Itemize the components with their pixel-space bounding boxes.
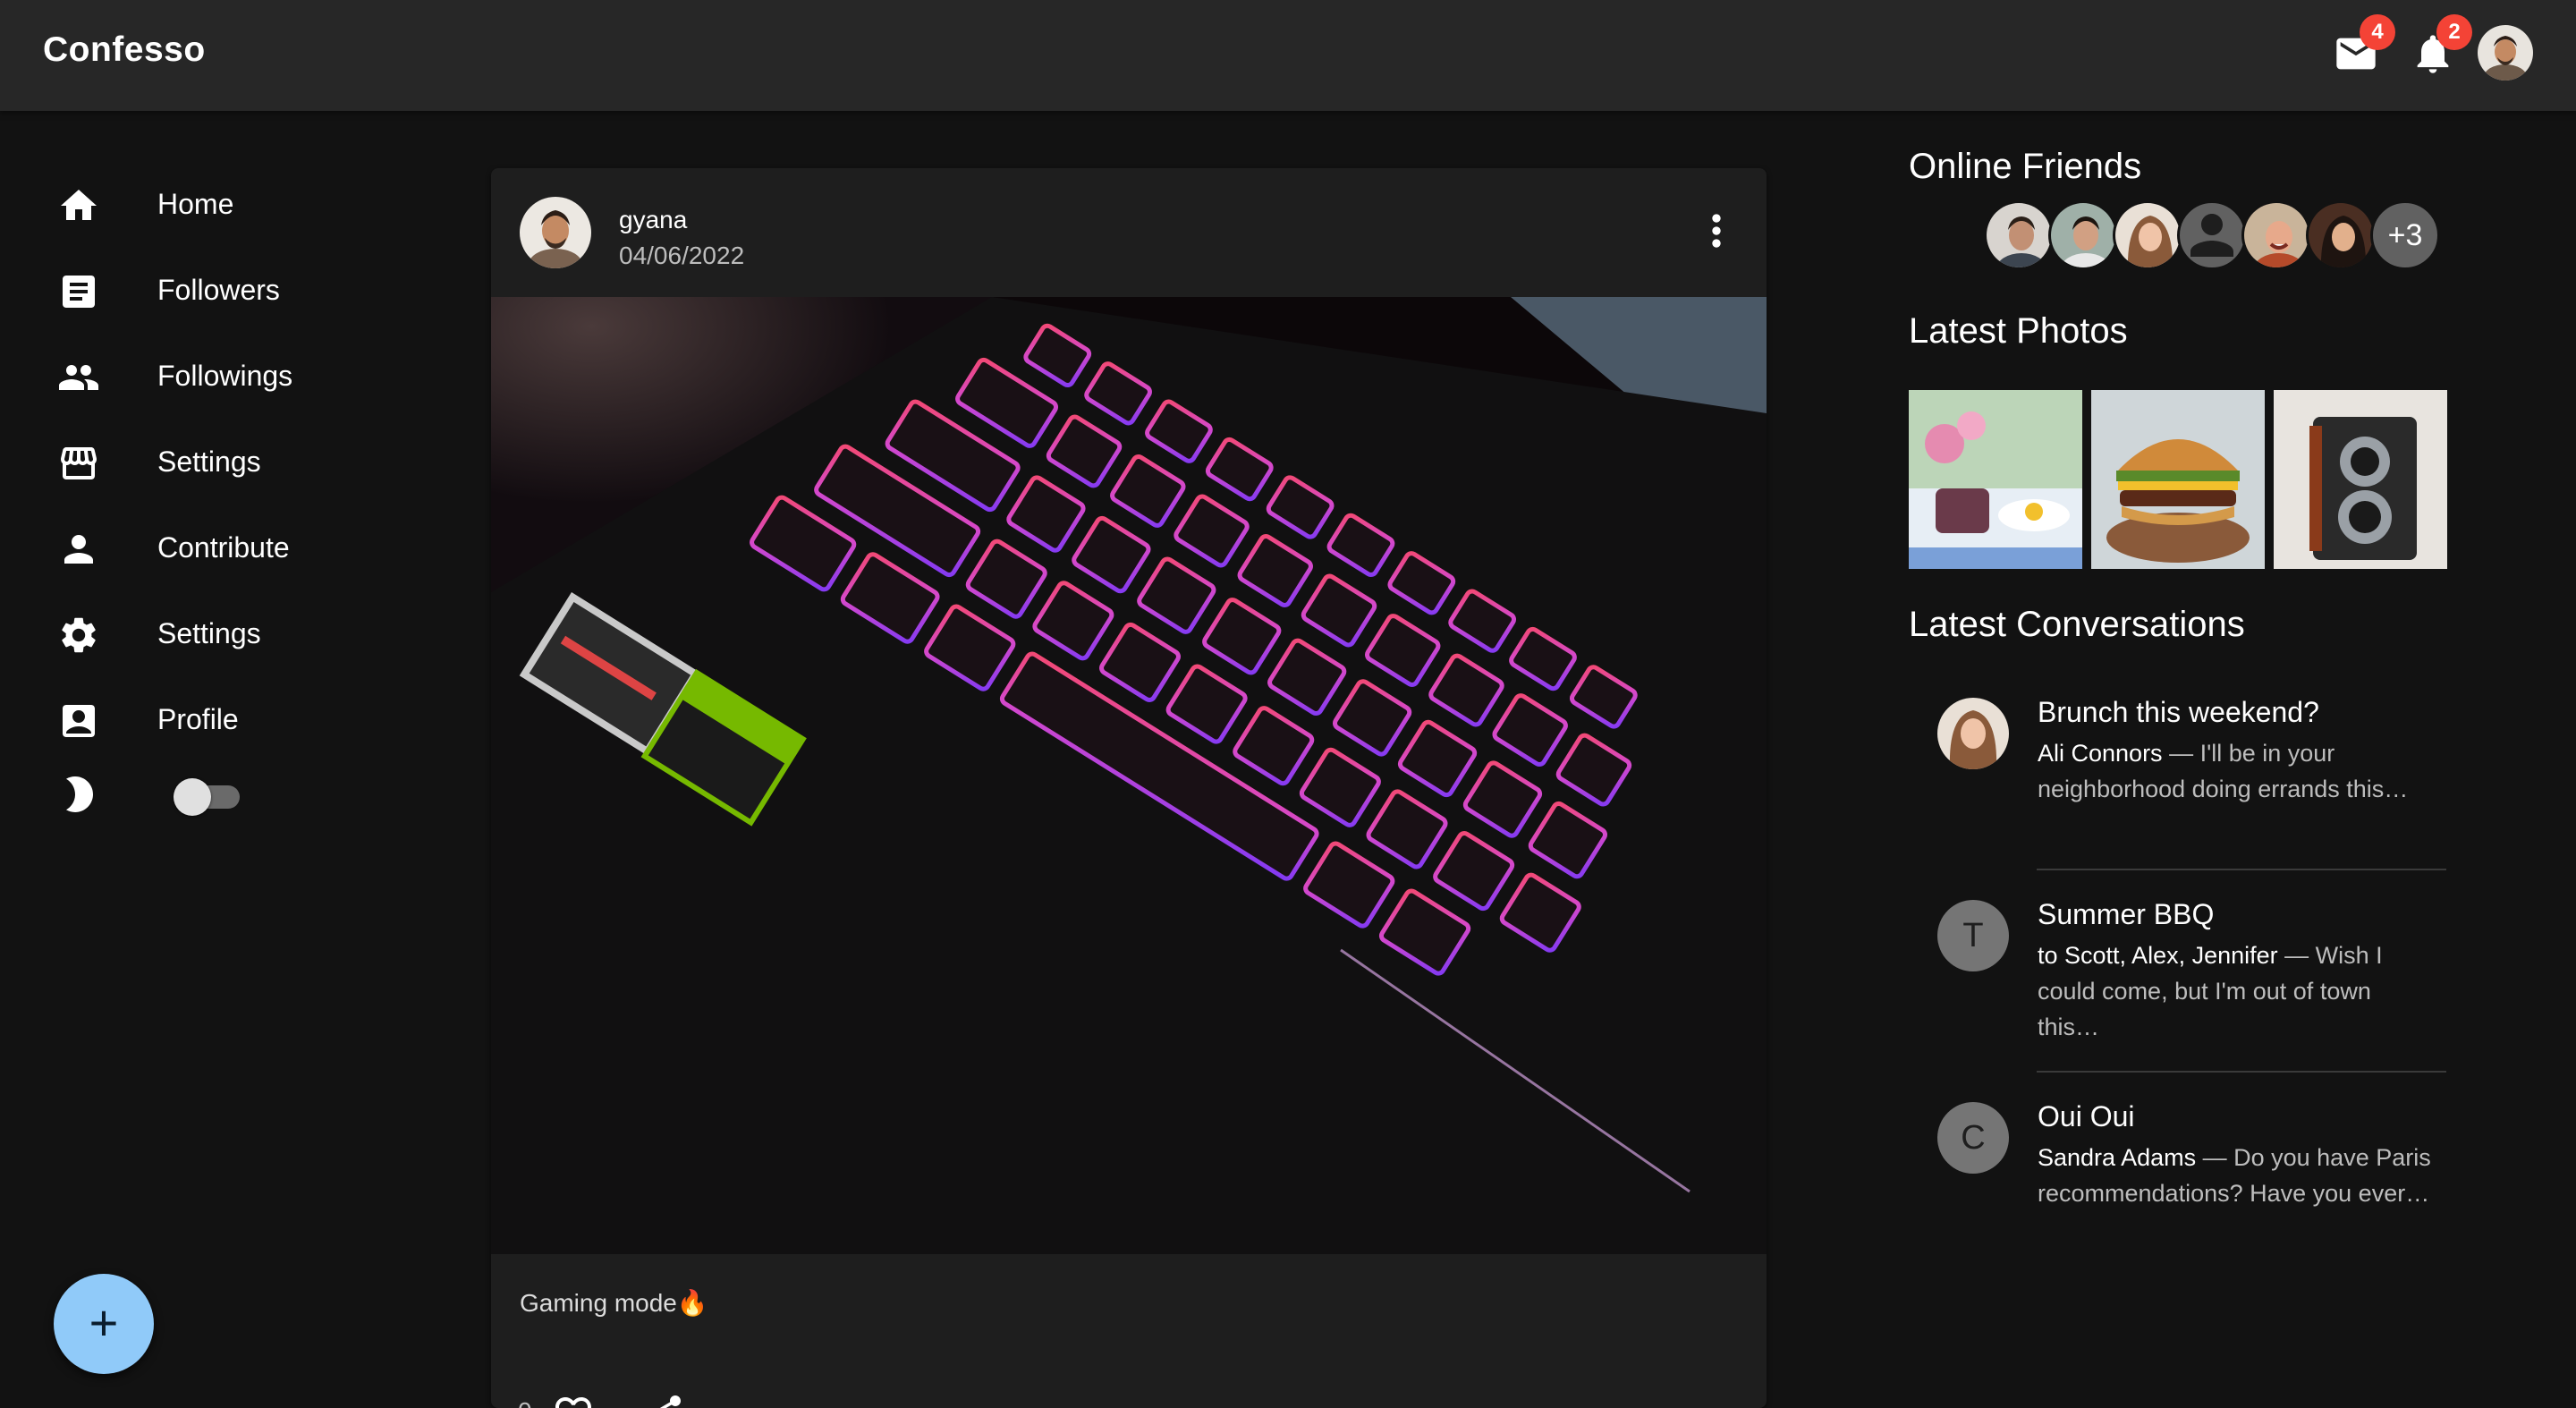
sidebar-item-followings[interactable]: Followings: [54, 342, 447, 413]
friend-avatar[interactable]: [1984, 200, 2054, 270]
conversation-title: Oui Oui: [2038, 1100, 2135, 1132]
sidebar-item-settings-2[interactable]: Settings: [54, 599, 447, 671]
friend-avatar-placeholder[interactable]: [2177, 200, 2247, 270]
sidebar-item-label: Followings: [157, 360, 293, 392]
latest-photo[interactable]: [2274, 390, 2447, 569]
moon-icon: [57, 773, 100, 816]
conversation-avatar: C: [1937, 1102, 2009, 1174]
more-friends-count[interactable]: +3: [2370, 200, 2440, 270]
conversation-item[interactable]: Brunch this weekend? Ali Connors — I'll …: [1909, 696, 2445, 841]
conversation-item[interactable]: T Summer BBQ to Scott, Alex, Jennifer — …: [1909, 898, 2445, 1045]
conversation-preview: to Scott, Alex, Jennifer — Wish I could …: [2038, 937, 2431, 1045]
sidebar-item-label: Followers: [157, 274, 280, 306]
friend-avatar[interactable]: [2241, 200, 2311, 270]
bell-icon: [2410, 35, 2456, 81]
sidebar-item-label: Settings: [157, 617, 261, 649]
sidebar-item-label: Home: [157, 188, 234, 220]
sidebar-item-contribute[interactable]: Contribute: [54, 513, 447, 585]
conversation-avatar: [1937, 698, 2009, 769]
latest-photo[interactable]: [1909, 390, 2082, 569]
sidebar-item-followers[interactable]: Followers: [54, 256, 447, 327]
friend-avatar[interactable]: [2113, 200, 2182, 270]
latest-photos-title: Latest Photos: [1909, 311, 2128, 351]
notifications-button[interactable]: 2: [2410, 14, 2472, 81]
gear-icon: [57, 614, 100, 657]
home-icon: [57, 184, 100, 227]
post-card: gyana 04/06/2022 Gaming mode🔥: [491, 168, 1767, 1408]
share-button[interactable]: [643, 1392, 686, 1408]
mail-button[interactable]: 4: [2333, 14, 2395, 81]
more-vert-icon: [1691, 214, 1741, 259]
person-icon: [57, 528, 100, 571]
conversation-divider: [2037, 869, 2446, 870]
sidebar-item-label: Settings: [157, 445, 261, 478]
post-date: 04/06/2022: [619, 242, 745, 269]
post-image[interactable]: [491, 297, 1767, 1254]
friend-avatar[interactable]: [2306, 200, 2376, 270]
latest-conversations-title: Latest Conversations: [1909, 605, 2245, 644]
sidebar-item-settings[interactable]: Settings: [54, 428, 447, 499]
sidebar-item-home[interactable]: Home: [54, 170, 447, 242]
conversation-sender: Ali Connors: [2038, 740, 2163, 767]
dark-mode-row: [54, 760, 447, 832]
conversation-item[interactable]: C Oui Oui Sandra Adams — Do you have Par…: [1909, 1100, 2445, 1245]
latest-photo[interactable]: [2091, 390, 2265, 569]
online-friends-title: Online Friends: [1909, 147, 2142, 186]
dark-mode-switch[interactable]: [174, 778, 211, 816]
people-icon: [57, 356, 100, 399]
sidebar-item-label: Contribute: [157, 531, 290, 564]
add-post-button[interactable]: +: [54, 1274, 154, 1374]
mail-badge: 4: [2360, 14, 2395, 50]
post-options-button[interactable]: [1691, 206, 1741, 256]
article-icon: [57, 270, 100, 313]
account-avatar[interactable]: [2478, 25, 2533, 81]
post-author-avatar[interactable]: [520, 197, 591, 268]
conversation-sender: Sandra Adams: [2038, 1144, 2197, 1171]
post-caption: Gaming mode🔥: [520, 1289, 708, 1317]
notification-badge: 2: [2436, 14, 2472, 50]
conversation-title: Brunch this weekend?: [2038, 696, 2319, 728]
app-title[interactable]: Confesso: [43, 30, 206, 70]
conversation-preview: Ali Connors — I'll be in your neighborho…: [2038, 735, 2431, 807]
store-icon: [57, 442, 100, 485]
profile-icon: [57, 700, 100, 742]
post-username[interactable]: gyana: [619, 206, 687, 234]
conversation-divider: [2037, 1071, 2446, 1073]
app-bar: Confesso 4 2: [0, 0, 2576, 111]
mail-icon: [2333, 38, 2379, 81]
friend-avatar[interactable]: [2048, 200, 2118, 270]
like-button[interactable]: [552, 1392, 595, 1408]
conversation-preview: Sandra Adams — Do you have Paris recomme…: [2038, 1140, 2431, 1211]
conversation-title: Summer BBQ: [2038, 898, 2215, 930]
sidebar: Home Followers Followings Settings Contr…: [0, 111, 465, 1408]
like-count: 0: [518, 1397, 532, 1408]
sidebar-item-profile[interactable]: Profile: [54, 685, 447, 757]
sidebar-item-label: Profile: [157, 703, 239, 735]
conversation-sender: to Scott, Alex, Jennifer: [2038, 942, 2278, 969]
conversation-avatar: T: [1937, 900, 2009, 971]
